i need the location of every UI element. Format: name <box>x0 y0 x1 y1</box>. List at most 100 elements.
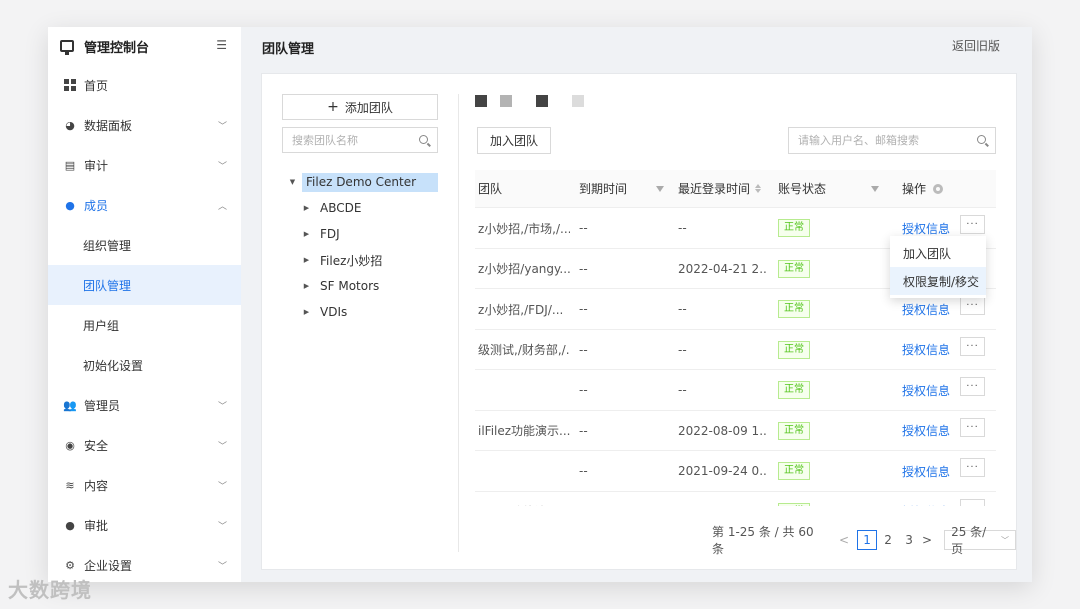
sidebar-item-members[interactable]: ● 成员 ︿ <box>48 185 241 225</box>
column-label: 最近登录时间 <box>678 182 751 196</box>
sidebar-item-admins[interactable]: 👥 管理员 ﹀ <box>48 385 241 425</box>
add-team-button[interactable]: + 添加团队 <box>282 94 438 120</box>
caret-right-icon[interactable]: ▶ <box>302 204 311 212</box>
panel-divider <box>458 94 459 552</box>
tree-node-label[interactable]: Filez Demo Center <box>302 172 438 192</box>
sidebar-subitem-init[interactable]: 初始化设置 <box>48 345 241 385</box>
cell-last-login: -- <box>678 342 687 357</box>
tree-node-label[interactable]: Filez小妙招 <box>320 252 382 269</box>
sidebar-item-content[interactable]: ≋ 内容 ﹀ <box>48 465 241 505</box>
pagination: 第 1-25 条 / 共 60 条 < 1 2 3 > 25 条/页 ﹀ <box>712 525 1016 556</box>
sidebar-item-security[interactable]: ◉ 安全 ﹀ <box>48 425 241 465</box>
column-label: 到期时间 <box>579 182 628 196</box>
sidebar-item-label: 审批 <box>84 518 109 533</box>
auth-info-link[interactable]: 授权信息 <box>902 503 950 506</box>
caret-right-icon[interactable]: ▶ <box>302 256 311 264</box>
search-icon[interactable] <box>419 135 428 144</box>
auth-info-link[interactable]: 授权信息 <box>902 422 950 439</box>
chevron-right-icon[interactable]: > <box>922 533 932 547</box>
cell-last-login: 2022-04-21 2... <box>678 261 768 276</box>
back-to-old-version-link[interactable]: 返回旧版 <box>952 37 1000 54</box>
sidebar-item-label: 成员 <box>84 198 109 213</box>
team-search-input[interactable] <box>292 133 412 147</box>
person-icon: ● <box>65 518 75 532</box>
settings-icon: ⚙ <box>65 558 75 572</box>
team-search-field[interactable] <box>282 127 438 153</box>
filter-icon[interactable] <box>871 185 880 192</box>
cell-expire: -- <box>579 492 659 507</box>
tree-node-label[interactable]: VDIs <box>320 305 347 319</box>
menu-item-permission-transfer[interactable]: 权限复制/移交 <box>890 267 986 295</box>
cell-last-login: -- <box>678 221 687 235</box>
sort-icon[interactable] <box>755 184 762 193</box>
user-search-input[interactable] <box>798 134 973 147</box>
pagination-total: 第 1-25 条 / 共 60 条 <box>712 525 814 556</box>
page-size-select[interactable]: 25 条/页 ﹀ <box>944 525 1016 556</box>
caret-down-icon[interactable]: ▼ <box>288 178 297 186</box>
sidebar-subitem-usergroups[interactable]: 用户组 <box>48 305 241 345</box>
sidebar-item-label: 安全 <box>84 438 109 453</box>
tree-node[interactable]: ▶ VDIs <box>282 299 442 325</box>
auth-info-link[interactable]: 授权信息 <box>902 220 950 237</box>
layers-icon: ≋ <box>65 478 75 492</box>
chevron-down-icon: ﹀ <box>217 481 227 492</box>
sidebar-subitem-org[interactable]: 组织管理 <box>48 225 241 265</box>
tree-node[interactable]: ▶ FDJ <box>282 221 442 247</box>
gear-icon[interactable] <box>933 183 944 194</box>
sidebar-item-label: 管理员 <box>84 398 121 413</box>
cell-status: 正常 <box>778 451 858 491</box>
tree-node[interactable]: ▶ Filez小妙招 <box>282 247 442 273</box>
sidebar-item-audit[interactable]: ▤ 审计 ﹀ <box>48 145 241 185</box>
page-2[interactable]: 2 <box>878 530 898 550</box>
add-team-label: 添加团队 <box>344 100 393 115</box>
more-actions-button[interactable]: ··· <box>960 215 985 234</box>
caret-right-icon[interactable]: ▶ <box>302 230 311 238</box>
collapse-sidebar-icon[interactable]: ☰ <box>216 38 227 52</box>
sidebar-item-home[interactable]: 首页 <box>48 65 241 105</box>
caret-right-icon[interactable]: ▶ <box>302 308 311 316</box>
more-actions-button[interactable]: ··· <box>960 336 985 356</box>
status-badge: 正常 <box>778 502 810 506</box>
redacted-header-blocks <box>475 95 597 107</box>
join-team-button[interactable]: 加入团队 <box>477 127 551 154</box>
caret-right-icon[interactable]: ▶ <box>302 282 311 290</box>
tree-node[interactable]: ▶ ABCDE <box>282 195 442 221</box>
filter-icon[interactable] <box>656 185 665 192</box>
tree-node-label[interactable]: SF Motors <box>320 279 379 293</box>
chevron-down-icon: ﹀ <box>217 401 227 412</box>
more-actions-button[interactable]: ··· <box>960 417 985 437</box>
auth-info-link[interactable]: 授权信息 <box>902 301 950 318</box>
tree-node[interactable]: ▶ SF Motors <box>282 273 442 299</box>
more-actions-button[interactable]: ··· <box>960 296 985 315</box>
sidebar-subitem-teams[interactable]: 团队管理 <box>48 265 241 305</box>
more-actions-button[interactable]: ··· <box>960 377 985 396</box>
cell-status: 正常 <box>778 330 858 370</box>
search-icon[interactable] <box>977 135 986 144</box>
auth-info-link[interactable]: 授权信息 <box>902 382 950 399</box>
auth-info-link[interactable]: 授权信息 <box>902 341 950 358</box>
sidebar-item-dashboard[interactable]: ◕ 数据面板 ﹀ <box>48 105 241 145</box>
chevron-left-icon[interactable]: < <box>839 533 849 547</box>
chevron-down-icon: ﹀ <box>217 561 227 572</box>
cell-expire: -- <box>579 423 588 438</box>
cell-status: 正常 <box>778 208 858 248</box>
cell-last-login: 2021-09-24 0... <box>678 464 768 478</box>
auth-info-link[interactable]: 授权信息 <box>902 463 950 480</box>
chevron-down-icon: ﹀ <box>217 441 227 452</box>
cell-status: 正常 <box>778 411 858 451</box>
sidebar: 管理控制台 ☰ 首页 ◕ 数据面板 ﹀ ▤ 审计 ﹀ ● 成员 ︿ 组织管理 团… <box>48 27 241 582</box>
more-actions-button[interactable]: ··· <box>960 458 985 477</box>
cell-team: ilFilez功能演示... <box>478 492 570 506</box>
cell-last-login: 2022-08-17 1... <box>678 492 768 507</box>
more-actions-button[interactable]: ··· <box>960 498 985 506</box>
tree-node-root[interactable]: ▼ Filez Demo Center <box>282 169 442 195</box>
cell-expire: -- <box>579 342 588 357</box>
user-search-field[interactable] <box>788 127 996 154</box>
tree-node-label[interactable]: ABCDE <box>320 201 361 215</box>
tree-node-label[interactable]: FDJ <box>320 227 340 241</box>
sidebar-item-approval[interactable]: ● 审批 ﹀ <box>48 505 241 545</box>
page-1[interactable]: 1 <box>857 530 878 550</box>
menu-item-join-team[interactable]: 加入团队 <box>890 239 986 267</box>
page-3[interactable]: 3 <box>899 530 919 550</box>
color-swatch <box>500 95 512 107</box>
